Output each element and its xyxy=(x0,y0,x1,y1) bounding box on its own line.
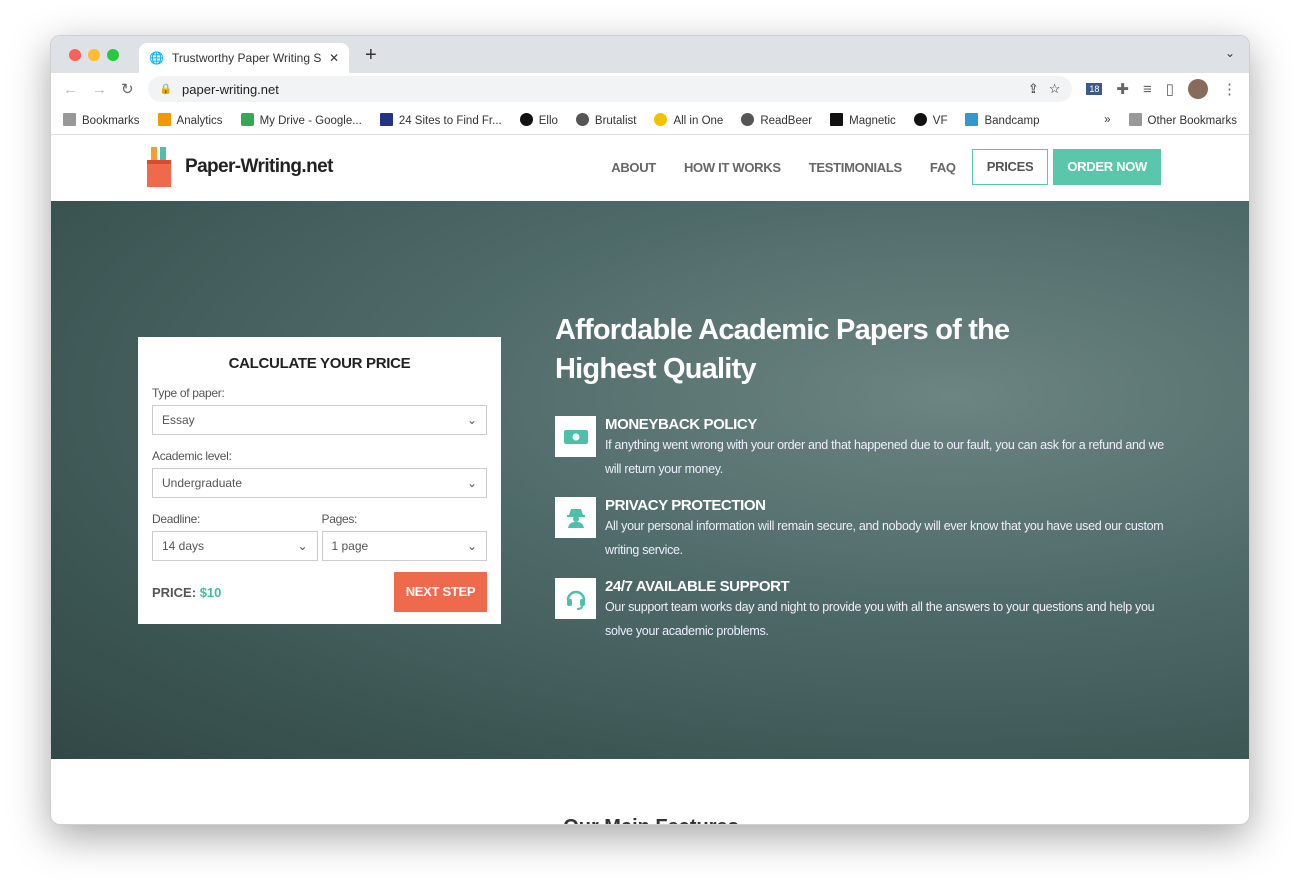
headset-icon xyxy=(555,578,596,619)
address-bar[interactable]: 🔒 paper-writing.net ⇪ ☆ xyxy=(147,76,1073,102)
url-text: paper-writing.net xyxy=(182,81,279,97)
menu-kebab-icon[interactable]: ⋮ xyxy=(1222,80,1237,98)
reload-icon[interactable]: ↻ xyxy=(121,80,134,98)
pencil-cup-icon xyxy=(147,147,171,187)
bookmark-item[interactable]: 24 Sites to Find Fr... xyxy=(379,112,502,127)
hero-headline: Affordable Academic Papers of the Highes… xyxy=(555,314,1010,385)
feature-privacy: PRIVACY PROTECTION All your personal info… xyxy=(555,497,1165,562)
chevron-down-icon: ⌄ xyxy=(466,539,477,553)
type-label: Type of paper: xyxy=(152,386,225,400)
type-of-paper-select[interactable]: Essay ⌄ xyxy=(152,405,487,435)
nav-testimonials[interactable]: TESTIMONIALS xyxy=(795,160,916,175)
lock-icon: 🔒 xyxy=(159,83,173,95)
feature-moneyback: MONEYBACK POLICY If anything went wrong w… xyxy=(555,416,1165,481)
bookmark-item[interactable]: Bookmarks xyxy=(63,112,140,127)
order-now-button[interactable]: ORDER NOW xyxy=(1053,149,1161,185)
extension-calendar-icon[interactable]: 18 xyxy=(1086,83,1103,95)
new-tab-button[interactable]: + xyxy=(365,44,377,67)
extensions-puzzle-icon[interactable]: ✚ xyxy=(1116,80,1129,98)
bookmark-item[interactable]: Brutalist xyxy=(575,112,636,127)
tab-active[interactable]: 🌐 Trustworthy Paper Writing Serv ✕ xyxy=(139,43,349,73)
tab-search-chevron-icon[interactable]: ⌄ xyxy=(1225,46,1235,60)
reading-list-icon[interactable]: ≡ xyxy=(1143,81,1152,98)
nav-about[interactable]: ABOUT xyxy=(597,160,670,175)
tab-title: Trustworthy Paper Writing Serv xyxy=(171,51,321,65)
close-tab-icon[interactable]: ✕ xyxy=(329,51,339,65)
share-icon[interactable]: ⇪ xyxy=(1028,81,1039,97)
price-calculator: CALCULATE YOUR PRICE Type of paper: Essa… xyxy=(138,337,501,624)
chevron-down-icon: ⌄ xyxy=(466,413,477,427)
globe-icon: 🌐 xyxy=(149,51,164,65)
prices-button[interactable]: PRICES xyxy=(971,149,1049,185)
pages-label: Pages: xyxy=(321,512,358,526)
price-display: PRICE: $10 xyxy=(152,584,222,600)
deadline-select[interactable]: 14 days ⌄ xyxy=(152,531,318,561)
feature-support: 24/7 AVAILABLE SUPPORT Our support team w… xyxy=(555,578,1165,643)
more-bookmarks-button[interactable]: » xyxy=(1104,114,1110,126)
nav-how-it-works[interactable]: HOW IT WORKS xyxy=(670,160,795,175)
section-title: Our Main Features xyxy=(51,816,1249,824)
back-icon[interactable]: ← xyxy=(63,81,78,98)
tab-bar: 🌐 Trustworthy Paper Writing Serv ✕ + ⌄ xyxy=(51,36,1249,73)
pages-select[interactable]: 1 page ⌄ xyxy=(321,531,487,561)
bookmark-item[interactable]: VF xyxy=(913,112,947,127)
bookmarks-bar: Bookmarks Analytics My Drive - Google...… xyxy=(51,105,1249,135)
deadline-label: Deadline: xyxy=(152,512,201,526)
bookmark-item[interactable]: Analytics xyxy=(157,112,223,127)
forward-icon[interactable]: → xyxy=(92,81,107,98)
other-bookmarks[interactable]: Other Bookmarks xyxy=(1128,112,1237,127)
bookmark-item[interactable]: My Drive - Google... xyxy=(240,112,362,127)
side-panel-icon[interactable]: ▯ xyxy=(1166,80,1174,98)
bookmark-item[interactable]: Bandcamp xyxy=(965,112,1039,127)
next-step-button[interactable]: NEXT STEP xyxy=(394,572,487,612)
spy-icon xyxy=(555,497,596,538)
money-icon xyxy=(555,416,596,457)
nav-faq[interactable]: FAQ xyxy=(916,160,970,175)
site-header: Paper-Writing.net ABOUT HOW IT WORKS TES… xyxy=(51,135,1249,201)
main-nav: ABOUT HOW IT WORKS TESTIMONIALS FAQ PRIC… xyxy=(597,149,1161,185)
bookmark-item[interactable]: Ello xyxy=(519,112,558,127)
minimize-window-button[interactable] xyxy=(88,49,100,61)
close-window-button[interactable] xyxy=(69,49,81,61)
hero-section: CALCULATE YOUR PRICE Type of paper: Essa… xyxy=(51,201,1249,759)
bookmark-item[interactable]: All in One xyxy=(654,112,723,127)
site-logo[interactable]: Paper-Writing.net xyxy=(147,147,333,187)
browser-window: 🌐 Trustworthy Paper Writing Serv ✕ + ⌄ ←… xyxy=(50,35,1250,825)
level-label: Academic level: xyxy=(152,449,232,463)
toolbar: ← → ↻ 🔒 paper-writing.net ⇪ ☆ 18 ✚ ≡ ▯ ⋮ xyxy=(51,73,1249,105)
star-icon[interactable]: ☆ xyxy=(1049,81,1061,97)
calculator-title: CALCULATE YOUR PRICE xyxy=(228,355,411,372)
brand-name: Paper-Writing.net xyxy=(185,156,333,177)
avatar[interactable] xyxy=(1188,79,1208,99)
bookmark-item[interactable]: ReadBeer xyxy=(741,112,812,127)
chevron-down-icon: ⌄ xyxy=(297,539,308,553)
maximize-window-button[interactable] xyxy=(107,49,119,61)
academic-level-select[interactable]: Undergraduate ⌄ xyxy=(152,468,487,498)
bookmark-item[interactable]: Magnetic xyxy=(830,112,896,127)
chevron-down-icon: ⌄ xyxy=(466,476,477,490)
